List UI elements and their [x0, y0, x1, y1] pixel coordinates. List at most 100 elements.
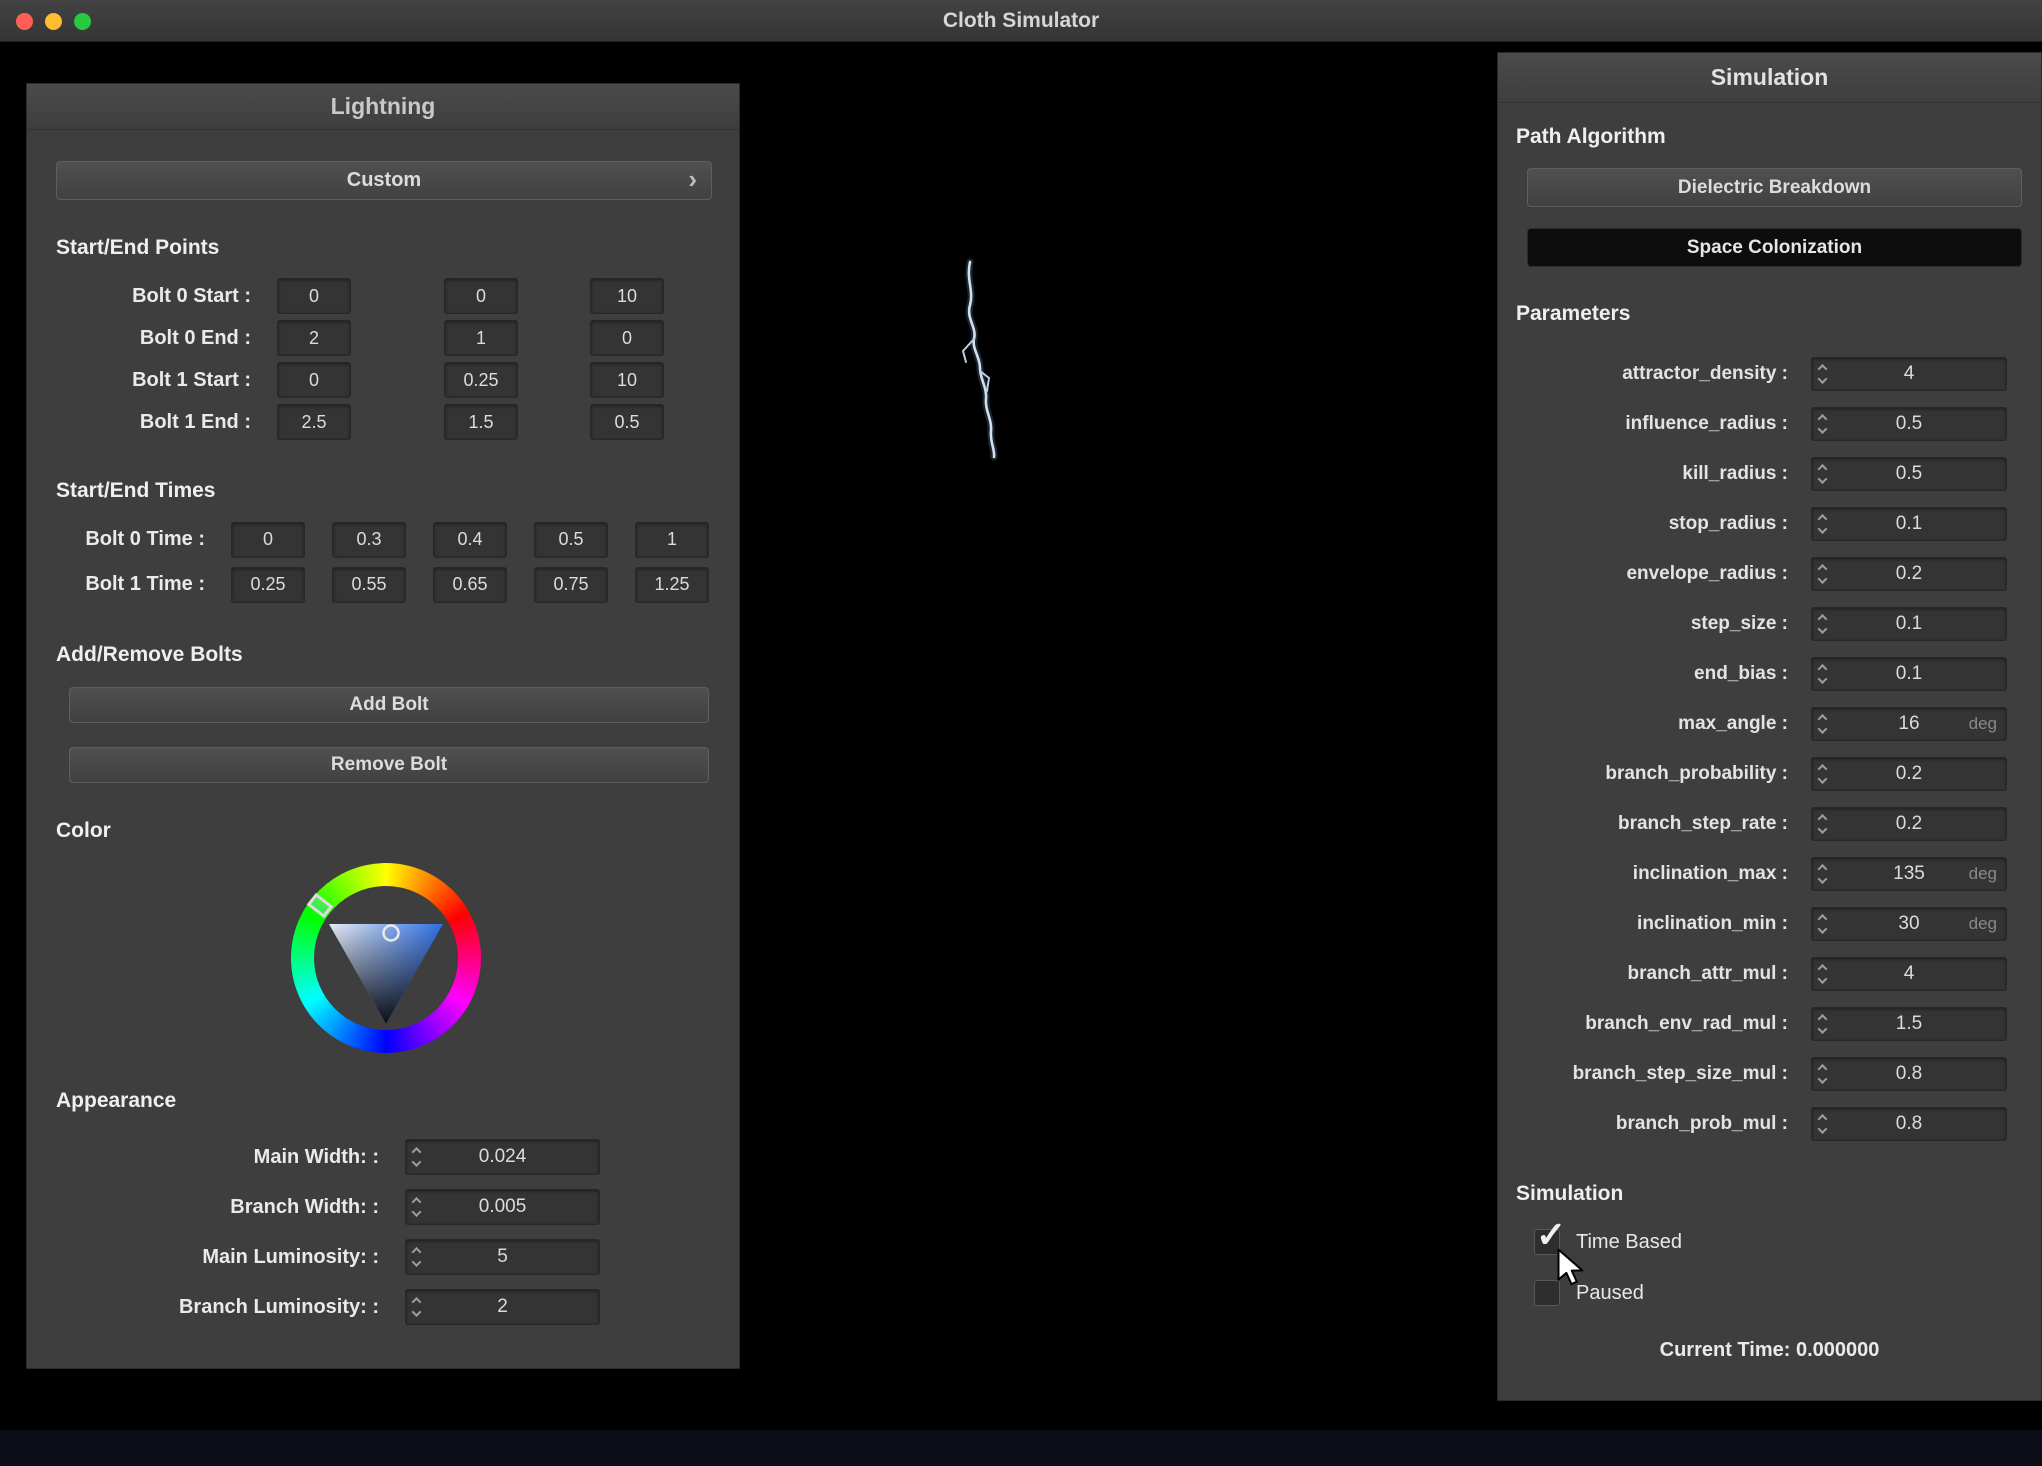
points-row-label: Bolt 0 End : — [27, 327, 251, 350]
point-value-field[interactable]: 10 — [590, 278, 664, 314]
lightning-panel-header[interactable]: Lightning — [27, 84, 739, 130]
sv-triangle[interactable] — [291, 863, 481, 1053]
minimize-button[interactable] — [45, 13, 62, 30]
point-value-field[interactable]: 0.5 — [590, 404, 664, 440]
point-value-field[interactable]: 0 — [277, 362, 351, 398]
appearance-stepper[interactable]: 0.024 — [405, 1139, 600, 1175]
space-colonization-button[interactable]: Space Colonization — [1527, 228, 2022, 267]
time-value-field[interactable]: 0.65 — [433, 567, 507, 603]
stepper-arrows-icon[interactable] — [1819, 416, 1826, 433]
stepper-arrows-icon[interactable] — [413, 1299, 420, 1316]
parameter-stepper[interactable]: 0.1 — [1811, 657, 2007, 691]
time-value-field[interactable]: 0.5 — [534, 522, 608, 558]
point-value-field[interactable]: 2.5 — [277, 404, 351, 440]
parameter-stepper[interactable]: 0.2 — [1811, 557, 2007, 591]
point-value-field[interactable]: 0 — [277, 278, 351, 314]
stepper-arrows-icon[interactable] — [1819, 916, 1826, 933]
time-based-label: Time Based — [1576, 1231, 1682, 1254]
times-rows: Bolt 0 Time : 0 0.3 0.4 0.5 1 Bolt 1 Tim… — [27, 517, 739, 607]
parameter-stepper[interactable]: 1.5 — [1811, 1007, 2007, 1041]
point-value-field[interactable]: 0 — [444, 278, 518, 314]
parameter-value: 0.2 — [1812, 763, 2006, 785]
point-value-field[interactable]: 1 — [444, 320, 518, 356]
preset-dropdown[interactable]: Custom › — [56, 161, 712, 200]
simulation-panel-header[interactable]: Simulation — [1498, 53, 2041, 103]
stepper-arrows-icon[interactable] — [1819, 1066, 1826, 1083]
color-wheel[interactable] — [291, 863, 481, 1053]
stepper-arrows-icon[interactable] — [413, 1249, 420, 1266]
parameter-value: 4 — [1812, 963, 2006, 985]
point-value-field[interactable]: 2 — [277, 320, 351, 356]
stepper-arrows-icon[interactable] — [1819, 566, 1826, 583]
path-algorithm-title: Path Algorithm — [1516, 125, 2041, 149]
time-value-field[interactable]: 1 — [635, 522, 709, 558]
lightning-panel-title: Lightning — [331, 93, 436, 120]
times-row-label: Bolt 1 Time : — [27, 573, 205, 596]
appearance-stepper[interactable]: 2 — [405, 1289, 600, 1325]
remove-bolt-button[interactable]: Remove Bolt — [69, 747, 709, 783]
parameter-stepper[interactable]: 4 — [1811, 957, 2007, 991]
paused-label: Paused — [1576, 1282, 1644, 1305]
parameter-row: attractor_density : 4 — [1498, 355, 2041, 393]
stepper-arrows-icon[interactable] — [1819, 1016, 1826, 1033]
points-row: Bolt 1 Start : 0 0.25 10 — [27, 359, 739, 401]
parameter-stepper[interactable]: 0.8 — [1811, 1057, 2007, 1091]
stepper-arrows-icon[interactable] — [1819, 716, 1826, 733]
bottom-strip — [0, 1430, 2042, 1466]
appearance-section-title: Appearance — [56, 1089, 739, 1113]
parameter-label: envelope_radius : — [1498, 563, 1788, 585]
parameter-stepper[interactable]: 0.1 — [1811, 507, 2007, 541]
time-value-field[interactable]: 0.25 — [231, 567, 305, 603]
time-value-field[interactable]: 0 — [231, 522, 305, 558]
close-button[interactable] — [16, 13, 33, 30]
parameter-stepper[interactable]: 0.5 — [1811, 457, 2007, 491]
point-value-field[interactable]: 0 — [590, 320, 664, 356]
stepper-arrows-icon[interactable] — [413, 1149, 420, 1166]
parameter-stepper[interactable]: 0.8 — [1811, 1107, 2007, 1141]
stepper-arrows-icon[interactable] — [1819, 466, 1826, 483]
point-value-field[interactable]: 0.25 — [444, 362, 518, 398]
parameter-row: branch_env_rad_mul : 1.5 — [1498, 1005, 2041, 1043]
stepper-arrows-icon[interactable] — [1819, 766, 1826, 783]
parameter-stepper[interactable]: 30 deg — [1811, 907, 2007, 941]
appearance-stepper[interactable]: 5 — [405, 1239, 600, 1275]
time-value-field[interactable]: 0.55 — [332, 567, 406, 603]
parameter-row: kill_radius : 0.5 — [1498, 455, 2041, 493]
parameter-stepper[interactable]: 135 deg — [1811, 857, 2007, 891]
point-value-field[interactable]: 1.5 — [444, 404, 518, 440]
time-value-field[interactable]: 0.3 — [332, 522, 406, 558]
parameter-value: 0.5 — [1812, 463, 2006, 485]
point-value-field[interactable]: 10 — [590, 362, 664, 398]
points-rows: Bolt 0 Start : 0 0 10 Bolt 0 End : 2 1 0… — [27, 275, 739, 443]
stepper-arrows-icon[interactable] — [1819, 616, 1826, 633]
time-value-field[interactable]: 0.4 — [433, 522, 507, 558]
stepper-arrows-icon[interactable] — [1819, 366, 1826, 383]
dielectric-breakdown-button[interactable]: Dielectric Breakdown — [1527, 168, 2022, 207]
parameter-stepper[interactable]: 0.5 — [1811, 407, 2007, 441]
stepper-arrows-icon[interactable] — [1819, 1116, 1826, 1133]
parameter-stepper[interactable]: 16 deg — [1811, 707, 2007, 741]
add-bolt-button[interactable]: Add Bolt — [69, 687, 709, 723]
preset-dropdown-label: Custom — [347, 169, 421, 192]
simulation-panel-title: Simulation — [1711, 64, 1829, 91]
parameter-stepper[interactable]: 0.1 — [1811, 607, 2007, 641]
stepper-arrows-icon[interactable] — [1819, 516, 1826, 533]
stepper-arrows-icon[interactable] — [413, 1199, 420, 1216]
time-value-field[interactable]: 1.25 — [635, 567, 709, 603]
parameter-stepper[interactable]: 0.2 — [1811, 757, 2007, 791]
parameter-stepper[interactable]: 4 — [1811, 357, 2007, 391]
parameter-label: branch_step_size_mul : — [1498, 1063, 1788, 1085]
time-value-field[interactable]: 0.75 — [534, 567, 608, 603]
parameter-value: 0.1 — [1812, 663, 2006, 685]
appearance-stepper[interactable]: 0.005 — [405, 1189, 600, 1225]
parameter-unit: deg — [1969, 714, 1997, 734]
parameter-label: inclination_min : — [1498, 913, 1788, 935]
stepper-arrows-icon[interactable] — [1819, 966, 1826, 983]
stepper-arrows-icon[interactable] — [1819, 866, 1826, 883]
parameter-stepper[interactable]: 0.2 — [1811, 807, 2007, 841]
simulation-panel: Simulation Path Algorithm Dielectric Bre… — [1497, 52, 2042, 1401]
parameter-label: branch_step_rate : — [1498, 813, 1788, 835]
stepper-arrows-icon[interactable] — [1819, 816, 1826, 833]
stepper-arrows-icon[interactable] — [1819, 666, 1826, 683]
zoom-button[interactable] — [74, 13, 91, 30]
